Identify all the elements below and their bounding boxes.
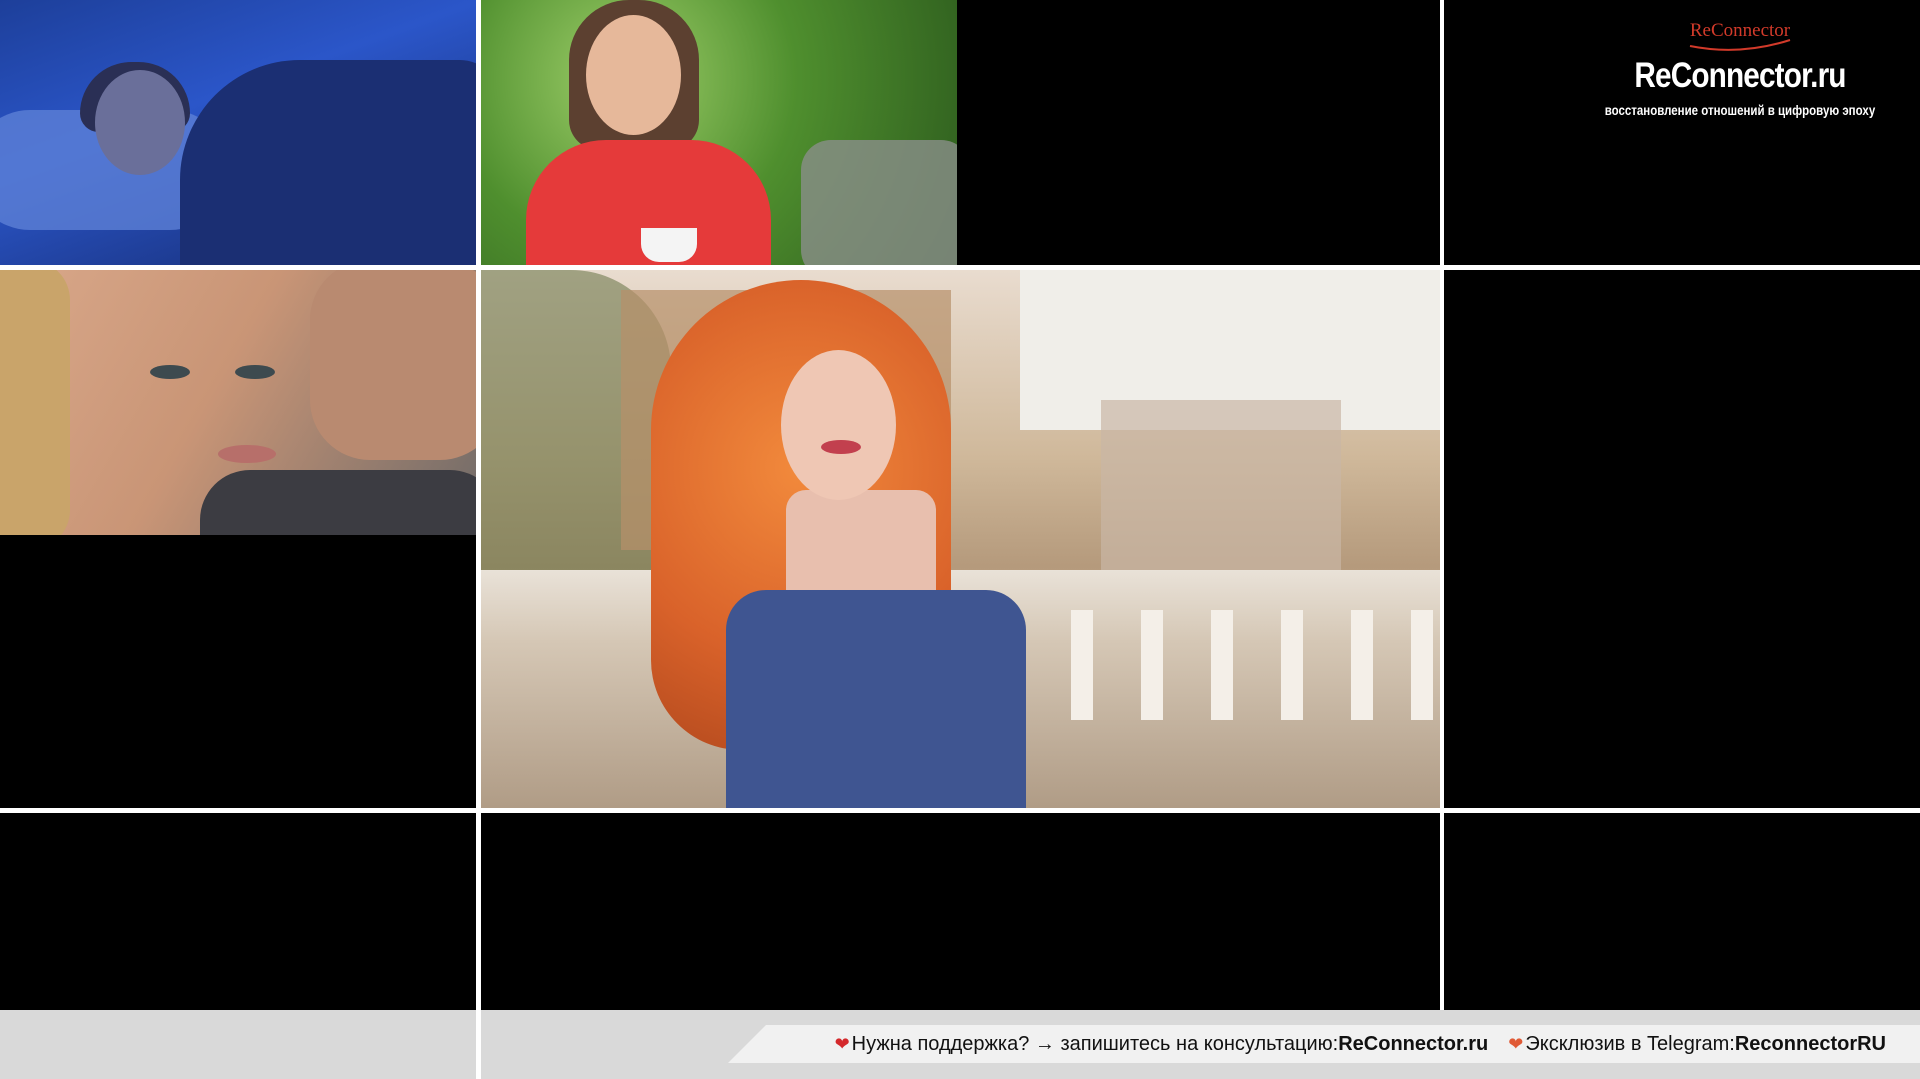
video-tile-woman-in-bed — [0, 0, 476, 265]
logo-title: ReConnector.ru — [1634, 56, 1846, 95]
brand-logo: ReConnector ReConnector.ru восстановлени… — [1570, 20, 1910, 118]
photo-couple-hug — [0, 270, 476, 535]
logo-wordmark-small: ReConnector — [1689, 20, 1791, 41]
empty-tile-top-center — [957, 0, 1440, 265]
ticker-telegram-handle[interactable]: ReconnectorRU — [1735, 1033, 1886, 1056]
empty-tile-left-middle — [0, 535, 476, 808]
logo-tagline: восстановление отношений в цифровую эпох… — [1604, 102, 1876, 118]
video-tile-couple-hug — [0, 270, 476, 535]
ticker-support-link[interactable]: ReConnector.ru — [1338, 1033, 1488, 1056]
empty-tile-bottom-right — [1444, 813, 1920, 1010]
empty-tile-bottom-center — [481, 813, 1440, 1010]
ticker-telegram-text: Эксклюзив в Telegram: — [1525, 1032, 1735, 1055]
ticker-support-text: Нужна поддержка? → запишитесь на консуль… — [851, 1032, 1339, 1055]
photo-woman-in-bed — [0, 0, 476, 265]
photo-woman-with-coffee — [481, 0, 957, 265]
ticker-divider — [476, 1010, 481, 1079]
video-tile-woman-with-coffee — [481, 0, 957, 265]
broken-heart-icon: ❤ — [834, 1033, 850, 1054]
empty-tile-right-middle — [1444, 270, 1920, 808]
heart-icon: ❤ — [1508, 1033, 1524, 1054]
ticker-bar: ❤ Нужна поддержка? → запишитесь на консу… — [728, 1025, 1920, 1063]
photo-redhead-woman-on-bridge — [481, 270, 1440, 808]
video-tile-main-redhead — [481, 270, 1440, 808]
empty-tile-bottom-left — [0, 813, 476, 1010]
